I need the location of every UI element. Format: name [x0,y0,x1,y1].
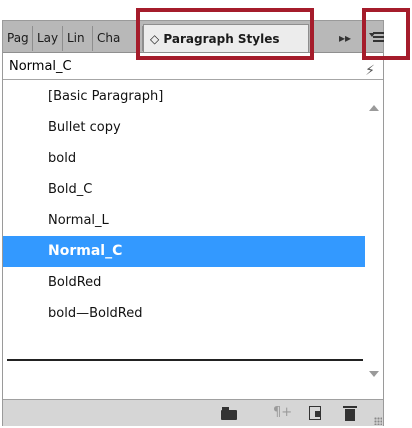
resize-grip-icon[interactable] [374,417,382,425]
style-list-scrollbar[interactable] [365,81,383,396]
create-new-style-icon[interactable] [309,404,323,422]
style-item-bold-c[interactable]: Bold_C [3,174,365,205]
paragraph-styles-panel: Pag Lay Lin Cha ◇ Paragraph Styles ▸▸ No… [2,20,384,426]
style-item-bullet-copy[interactable]: Bullet copy [3,112,365,143]
style-item-normal-c[interactable]: Normal_C [3,236,365,267]
clear-overrides-icon[interactable]: ¶+ [273,404,293,422]
new-style-group-folder-icon[interactable] [221,404,237,422]
tab-links[interactable]: Lin [63,26,93,51]
style-item-bold[interactable]: bold [3,143,365,174]
style-item-normal-l[interactable]: Normal_L [3,205,365,236]
panel-menu-icon[interactable] [369,28,389,46]
style-item-bold-boldred[interactable]: bold—BoldRed [3,298,365,329]
current-style-row: Normal_C ⚡ [3,54,383,80]
tab-paragraph-styles[interactable]: ◇ Paragraph Styles [143,24,309,52]
delete-style-trash-icon[interactable] [343,404,357,422]
style-item-basic-paragraph[interactable]: [Basic Paragraph] [3,81,365,112]
panel-tab-bar: Pag Lay Lin Cha ◇ Paragraph Styles ▸▸ [3,21,384,53]
scroll-down-arrow-icon[interactable] [369,371,379,377]
expand-panels-icon[interactable]: ▸▸ [339,26,351,50]
tabbar-divider [363,30,364,46]
panel-bottom-toolbar: ¶+ [3,399,383,426]
list-divider [7,359,363,361]
style-item-boldred[interactable]: BoldRed [3,267,365,298]
tab-layers[interactable]: Lay [33,26,63,51]
scroll-up-arrow-icon[interactable] [369,105,379,111]
tab-pages[interactable]: Pag [3,26,33,51]
current-style-name: Normal_C [9,59,72,74]
tab-character[interactable]: Cha [93,26,143,51]
style-list: [Basic Paragraph] Bullet copy bold Bold_… [3,81,383,396]
